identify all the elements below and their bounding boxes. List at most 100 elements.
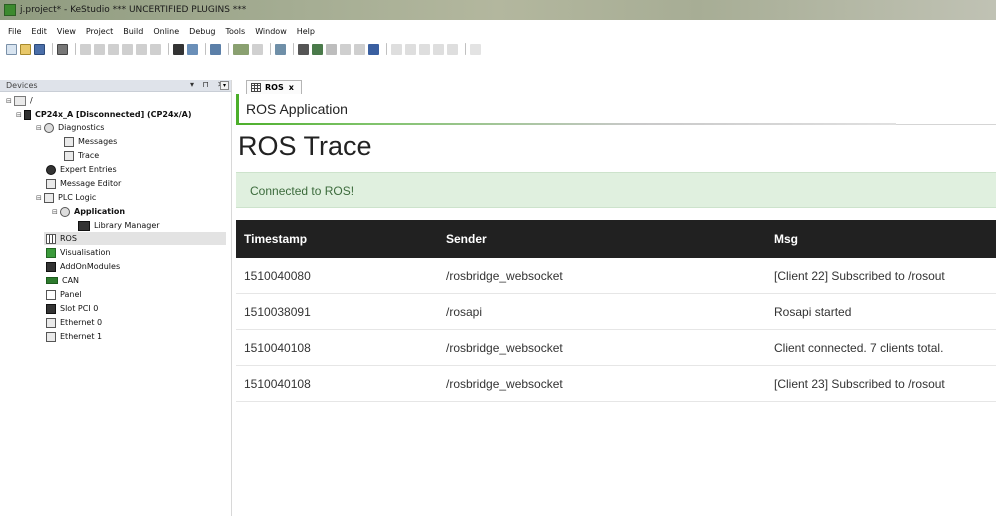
menu-build[interactable]: Build: [123, 27, 143, 36]
collapse-icon[interactable]: ⊟: [52, 208, 60, 216]
tree-item-plc-logic[interactable]: ⊟ PLC Logic: [36, 191, 96, 204]
page-title: ROS Trace: [238, 131, 372, 161]
tree-item-ethernet-1[interactable]: Ethernet 1: [46, 330, 102, 343]
root-folder-icon: [14, 95, 26, 106]
tree-item-trace[interactable]: Trace: [64, 149, 99, 162]
menu-help[interactable]: Help: [297, 27, 315, 36]
tree-item-application[interactable]: ⊟ Application: [52, 205, 125, 218]
breakpoint-icon[interactable]: [391, 43, 402, 55]
devices-panel-header: Devices ▾ ⊓ ✕: [0, 80, 231, 92]
library-manager-icon: [78, 220, 90, 231]
tree-item-device[interactable]: ⊟ CP24x_A [Disconnected] (CP24x/A): [16, 108, 191, 121]
toolbar-separator: [293, 43, 294, 55]
menu-view[interactable]: View: [57, 27, 76, 36]
add-object-icon[interactable]: [233, 43, 249, 55]
save-icon[interactable]: [34, 43, 45, 55]
window-titlebar: j.project* - KeStudio *** UNCERTIFIED PL…: [0, 0, 996, 20]
logout-icon[interactable]: [312, 43, 323, 55]
run-icon[interactable]: [340, 43, 351, 55]
toolbar-separator: [228, 43, 229, 55]
cell-timestamp: 1510040108: [244, 340, 311, 355]
collapse-icon[interactable]: ⊟: [36, 124, 44, 132]
message-editor-icon: [46, 178, 56, 189]
step-icon[interactable]: [326, 43, 337, 55]
step-over-icon[interactable]: [405, 43, 416, 55]
menu-file[interactable]: File: [8, 27, 21, 36]
application-gear-icon: [60, 206, 70, 217]
table-row: 1510038091 /rosapi Rosapi started: [236, 294, 996, 330]
tree-item-expert-entries[interactable]: Expert Entries: [46, 163, 117, 176]
tree-item-diagnostics[interactable]: ⊟ Diagnostics: [36, 121, 104, 134]
print-icon[interactable]: [57, 43, 68, 55]
menu-debug[interactable]: Debug: [189, 27, 215, 36]
plc-device-icon: [24, 109, 31, 120]
new-file-icon[interactable]: [6, 43, 17, 55]
cell-msg: [Client 23] Subscribed to /rosout: [774, 376, 945, 391]
collapse-icon[interactable]: ⊟: [16, 111, 24, 119]
open-folder-icon[interactable]: [20, 43, 31, 55]
copy-icon[interactable]: [122, 43, 133, 55]
collapse-icon[interactable]: ⊟: [36, 194, 44, 202]
step-into-icon[interactable]: [419, 43, 430, 55]
visualisation-icon: [46, 247, 56, 258]
flow-control-icon[interactable]: [447, 43, 458, 55]
tree-item-library-manager[interactable]: Library Manager: [78, 219, 160, 232]
tree-item-ethernet-0[interactable]: Ethernet 0: [46, 316, 102, 329]
toolbar-separator: [465, 43, 466, 55]
stop-icon[interactable]: [354, 43, 365, 55]
menu-online[interactable]: Online: [153, 27, 179, 36]
header-divider: [896, 124, 996, 125]
scroll-up-button[interactable]: ▾: [220, 81, 229, 90]
tree-item-message-editor[interactable]: Message Editor: [46, 177, 121, 190]
replace-icon[interactable]: [187, 43, 198, 55]
column-header-sender[interactable]: Sender: [446, 232, 487, 246]
build-icon[interactable]: [210, 43, 221, 55]
app-name: ROS Application: [246, 101, 348, 117]
accent-bar: [236, 94, 239, 124]
cell-timestamp: 1510040080: [244, 268, 311, 283]
toolbar-separator: [168, 43, 169, 55]
window-title: j.project* - KeStudio *** UNCERTIFIED PL…: [20, 5, 247, 15]
menu-project[interactable]: Project: [86, 27, 113, 36]
properties-icon[interactable]: [252, 43, 263, 55]
tree-item-root[interactable]: ⊟ /: [6, 94, 33, 107]
editor-content: ROS Application ROS Trace Connected to R…: [236, 94, 996, 516]
column-header-timestamp[interactable]: Timestamp: [244, 232, 307, 246]
cell-msg: [Client 22] Subscribed to /rosout: [774, 268, 945, 283]
step-out-icon[interactable]: [433, 43, 444, 55]
tree-item-messages[interactable]: Messages: [64, 135, 117, 148]
write-values-icon[interactable]: [470, 43, 481, 55]
collapse-icon[interactable]: ⊟: [6, 97, 14, 105]
cell-sender: /rosapi: [446, 304, 483, 319]
toolbar-separator: [75, 43, 76, 55]
network-icon: [46, 317, 56, 328]
cell-sender: /rosbridge_websocket: [446, 340, 563, 355]
expert-entries-icon: [46, 164, 56, 175]
undo-icon[interactable]: [80, 43, 91, 55]
close-tab-icon[interactable]: x: [289, 83, 294, 92]
tab-label: ROS: [265, 83, 284, 92]
status-alert: Connected to ROS!: [236, 172, 996, 208]
column-header-msg[interactable]: Msg: [774, 232, 798, 246]
trace-icon: [64, 150, 74, 161]
redo-icon[interactable]: [94, 43, 105, 55]
cut-icon[interactable]: [108, 43, 119, 55]
cell-msg: Rosapi started: [774, 304, 852, 319]
device-icon[interactable]: [275, 43, 286, 55]
panel-icon: [46, 289, 56, 300]
tab-ros[interactable]: ROS x: [246, 80, 302, 94]
tree-item-addon-modules[interactable]: AddOnModules: [46, 260, 120, 273]
login-icon[interactable]: [298, 43, 309, 55]
menu-edit[interactable]: Edit: [31, 27, 47, 36]
tree-item-visualisation[interactable]: Visualisation: [46, 246, 111, 259]
tree-item-can[interactable]: CAN: [46, 274, 79, 287]
menu-window[interactable]: Window: [255, 27, 287, 36]
tree-item-panel[interactable]: Panel: [46, 288, 82, 301]
tree-item-slot-pci-0[interactable]: Slot PCI 0: [46, 302, 98, 315]
tree-item-ros[interactable]: ROS: [44, 232, 226, 245]
delete-icon[interactable]: [150, 43, 161, 55]
find-icon[interactable]: [173, 43, 184, 55]
paste-icon[interactable]: [136, 43, 147, 55]
menu-tools[interactable]: Tools: [225, 27, 245, 36]
monitor-icon[interactable]: [368, 43, 379, 55]
